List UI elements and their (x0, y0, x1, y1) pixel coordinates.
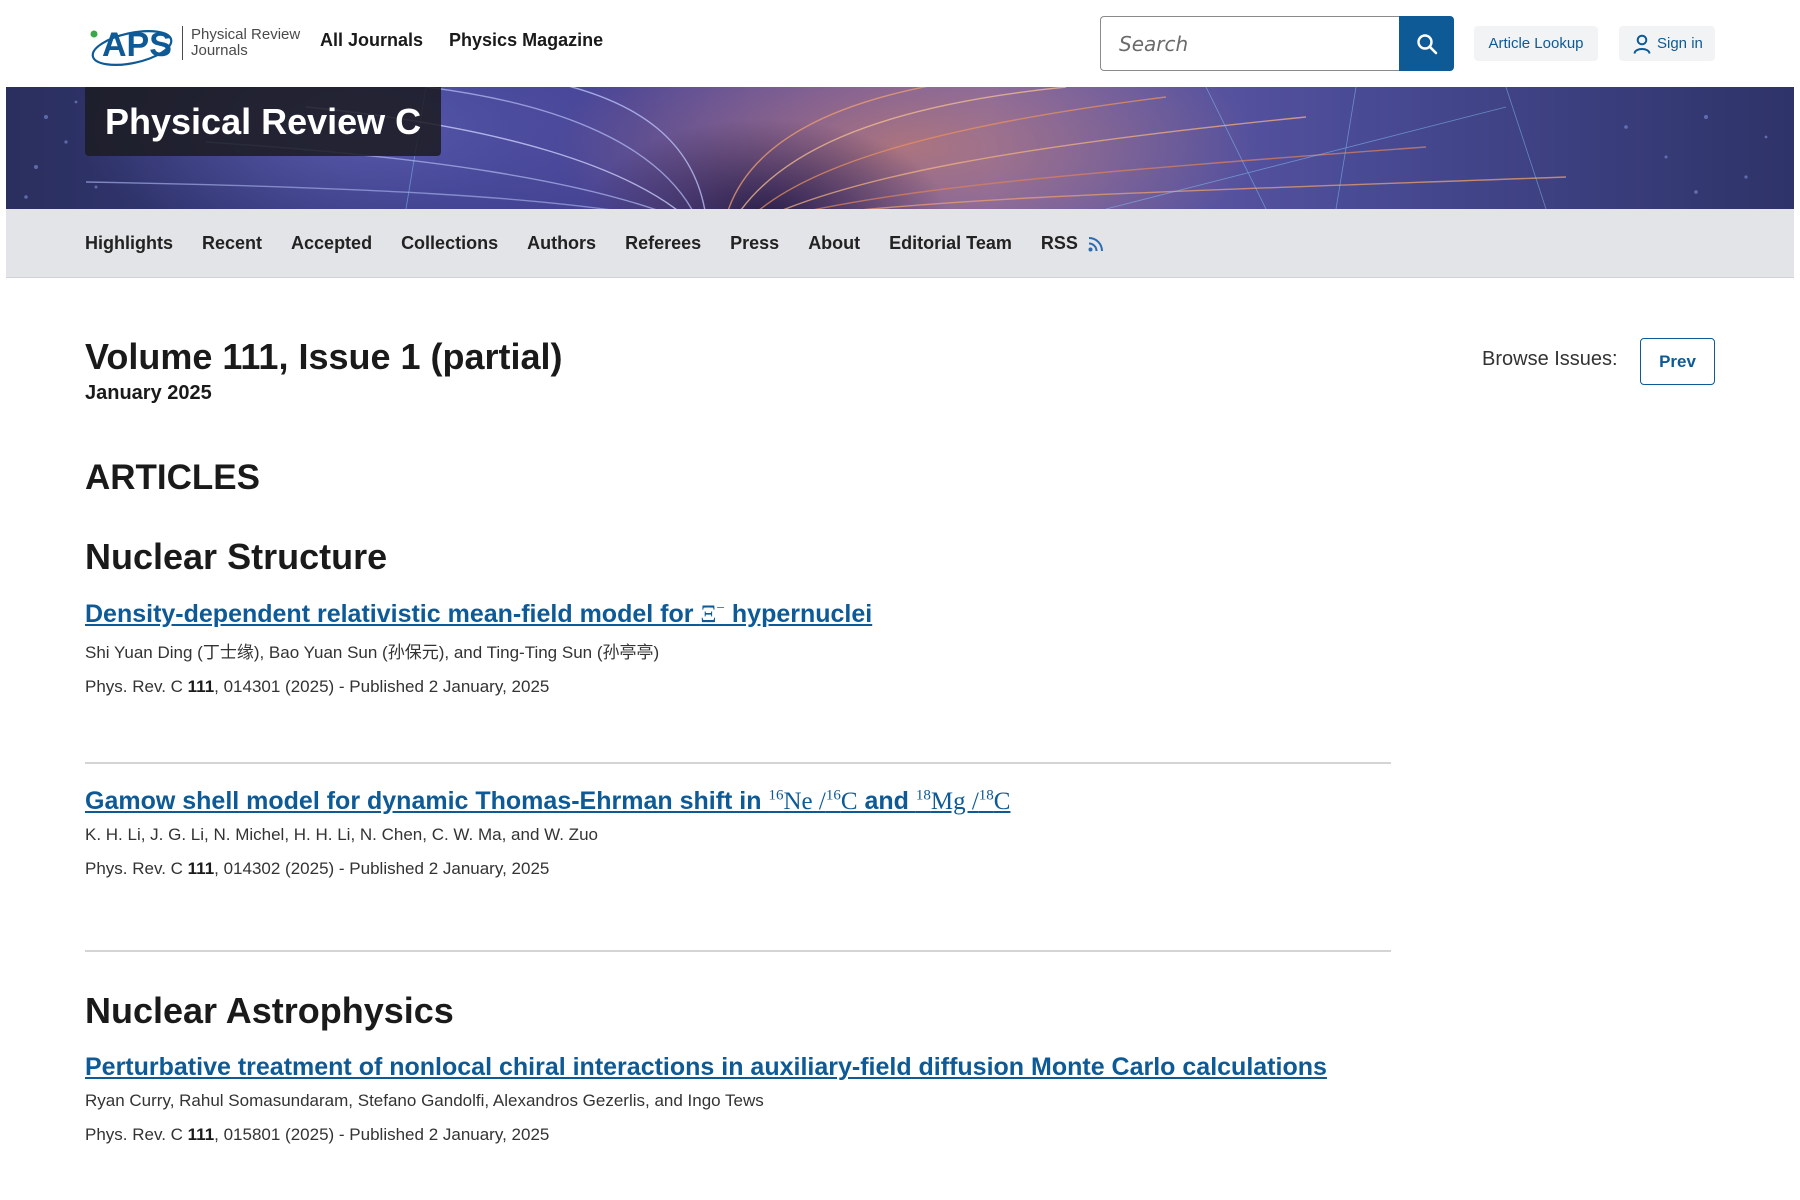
subnav-referees[interactable]: Referees (625, 233, 701, 254)
journal-subnav: Highlights Recent Accepted Collections A… (6, 209, 1794, 278)
article-authors: Shi Yuan Ding (丁士缘), Bao Yuan Sun (孙保元),… (85, 643, 660, 662)
article-divider (85, 762, 1391, 764)
user-icon (1633, 34, 1651, 54)
nav-physics-magazine[interactable]: Physics Magazine (449, 30, 603, 51)
search-input[interactable] (1100, 16, 1399, 71)
subnav-collections[interactable]: Collections (401, 233, 498, 254)
article-citation: Phys. Rev. C 111, 015801 (2025) - Publis… (85, 1125, 550, 1144)
article-volume: 111 (187, 859, 215, 878)
rss-icon (1088, 236, 1103, 251)
article-title-math: 16Ne /16C (768, 787, 858, 815)
article-title-prefix: Density-dependent relativistic mean-fiel… (85, 600, 701, 628)
issue-date: January 2025 (85, 382, 212, 404)
sign-in-label: Sign in (1657, 35, 1703, 52)
subnav-accepted[interactable]: Accepted (291, 233, 372, 254)
article-citation: Phys. Rev. C 111, 014301 (2025) - Publis… (85, 677, 550, 696)
article-authors: Ryan Curry, Rahul Somasundaram, Stefano … (85, 1091, 764, 1110)
journal-title[interactable]: Physical Review C (85, 87, 442, 156)
subnav-press[interactable]: Press (730, 233, 779, 254)
article-title-math: 18Mg /18C (915, 787, 1011, 815)
article-title-link[interactable]: Gamow shell model for dynamic Thomas-Ehr… (85, 787, 1391, 816)
prev-issue-button[interactable]: Prev (1640, 338, 1715, 385)
article-item: Gamow shell model for dynamic Thomas-Ehr… (85, 787, 1391, 879)
article-volume: 111 (187, 1125, 215, 1144)
article-volume: 111 (187, 677, 215, 696)
article-title-link[interactable]: Density-dependent relativistic mean-fiel… (85, 600, 1391, 629)
logo-divider (182, 26, 183, 60)
search-icon (1416, 33, 1437, 54)
subnav-recent[interactable]: Recent (202, 233, 262, 254)
subnav-highlights[interactable]: Highlights (85, 233, 173, 254)
subnav-rss-label: RSS (1040, 233, 1078, 253)
issue-title: Volume 111, Issue 1 (partial) (85, 336, 563, 377)
article-title-link[interactable]: Perturbative treatment of nonlocal chira… (85, 1053, 1391, 1082)
subnav-editorial-team[interactable]: Editorial Team (889, 233, 1012, 254)
article-title-math: Ξ− (700, 600, 725, 628)
article-lookup-button[interactable]: Article Lookup (1474, 26, 1598, 61)
nav-all-journals[interactable]: All Journals (320, 30, 423, 51)
articles-heading: ARTICLES (85, 458, 260, 497)
search-button[interactable] (1399, 16, 1454, 71)
article-citation: Phys. Rev. C 111, 014302 (2025) - Publis… (85, 859, 550, 878)
article-authors: K. H. Li, J. G. Li, N. Michel, H. H. Li,… (85, 825, 598, 844)
article-item: Density-dependent relativistic mean-fiel… (85, 600, 1391, 697)
article-title-suffix: hypernuclei (724, 600, 873, 628)
subnav-about[interactable]: About (808, 233, 860, 254)
article-title-mid: and (857, 787, 916, 815)
site-header: APS Physical Review Journals All Journal… (0, 0, 1800, 87)
subnav-authors[interactable]: Authors (527, 233, 596, 254)
subnav-list: Highlights Recent Accepted Collections A… (85, 233, 1104, 254)
article-item: Perturbative treatment of nonlocal chira… (85, 1053, 1391, 1145)
aps-logo-icon: APS (90, 26, 173, 66)
article-divider (85, 950, 1391, 952)
logo-subtitle-line2: Journals (191, 42, 248, 59)
logo-wordmark: APS (102, 26, 172, 64)
subnav-rss[interactable]: RSS (1041, 233, 1104, 254)
article-title-prefix: Gamow shell model for dynamic Thomas-Ehr… (85, 787, 769, 815)
logo-subtitle: Physical Review Journals (191, 27, 300, 59)
search-bar (1100, 16, 1454, 71)
sign-in-button[interactable]: Sign in (1619, 26, 1715, 61)
section-heading-nuclear-structure: Nuclear Structure (85, 536, 388, 577)
browse-issues-label: Browse Issues: (1482, 348, 1618, 370)
top-nav: All Journals Physics Magazine (320, 30, 603, 51)
logo-subtitle-line1: Physical Review (191, 26, 301, 43)
aps-logo[interactable]: APS Physical Review Journals (88, 18, 300, 68)
section-heading-nuclear-astrophysics: Nuclear Astrophysics (85, 990, 454, 1031)
